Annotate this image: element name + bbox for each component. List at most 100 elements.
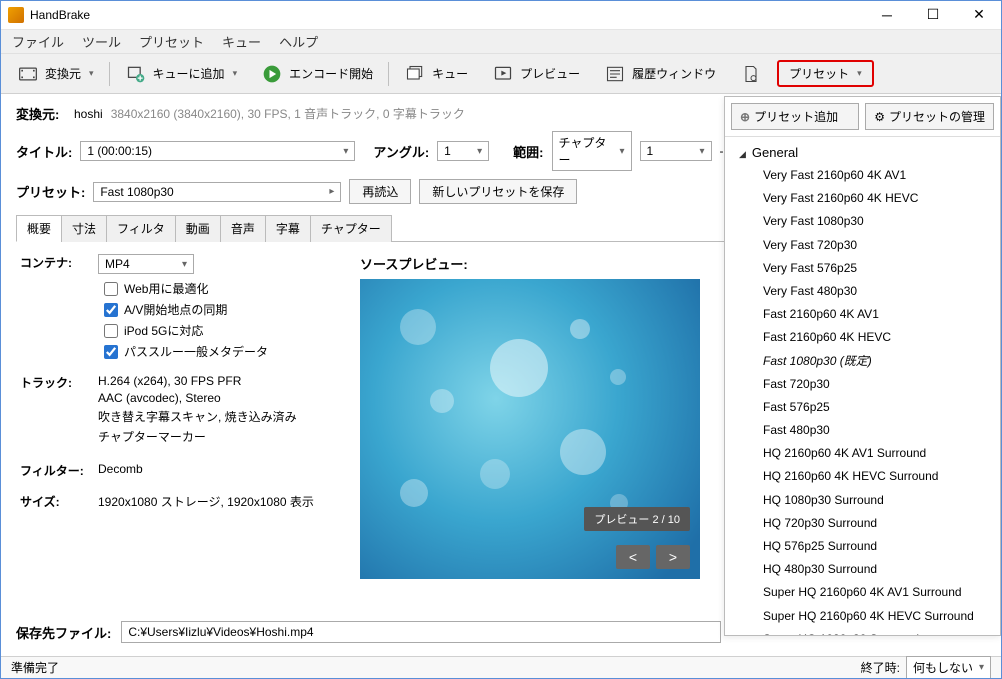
chevron-down-icon: ▾ bbox=[182, 259, 187, 270]
container-select[interactable]: MP4▾ bbox=[98, 254, 194, 274]
angle-label: アングル: bbox=[373, 142, 429, 161]
preset-item[interactable]: Super HQ 1080p30 Surround bbox=[725, 628, 996, 635]
preset-item[interactable]: Fast 1080p30 (既定) bbox=[725, 350, 996, 373]
container-label: コンテナ: bbox=[20, 254, 98, 274]
picture-add-icon bbox=[125, 63, 147, 85]
preset-item[interactable]: Very Fast 2160p60 4K AV1 bbox=[725, 164, 996, 187]
preset-manage-button[interactable]: ⚙ プリセットの管理 bbox=[865, 103, 994, 130]
preset-item[interactable]: Very Fast 1080p30 bbox=[725, 210, 996, 233]
app-title: HandBrake bbox=[30, 8, 864, 22]
track-line-3: 吹き替え字幕スキャン, 焼き込み済み bbox=[98, 408, 340, 425]
preset-item[interactable]: Fast 2160p60 4K AV1 bbox=[725, 303, 996, 326]
ipod-checkbox[interactable] bbox=[104, 324, 118, 338]
preset-category[interactable]: General bbox=[725, 137, 996, 164]
app-icon bbox=[8, 7, 24, 23]
preset-item[interactable]: Super HQ 2160p60 4K AV1 Surround bbox=[725, 581, 996, 604]
status-right-label: 終了時: bbox=[861, 659, 900, 676]
passthru-checkbox[interactable] bbox=[104, 345, 118, 359]
range-from-select[interactable]: 1▾ bbox=[640, 141, 712, 161]
reload-button[interactable]: 再読込 bbox=[349, 179, 411, 204]
web-opt-checkbox[interactable] bbox=[104, 282, 118, 296]
minimize-button[interactable]: ─ bbox=[864, 0, 910, 30]
track-line-1: H.264 (x264), 30 FPS PFR bbox=[98, 374, 340, 388]
track-label: トラック: bbox=[20, 374, 98, 448]
preview-next-button[interactable]: > bbox=[656, 545, 690, 569]
list-icon bbox=[604, 63, 626, 85]
range-type-value: チャプター bbox=[559, 134, 614, 168]
source-button[interactable]: 変換元 ▾ bbox=[8, 58, 103, 90]
tab-filters[interactable]: フィルタ bbox=[106, 215, 176, 242]
preview-button[interactable]: プレビュー bbox=[483, 58, 589, 90]
separator bbox=[109, 62, 110, 86]
chevron-right-icon: ▸ bbox=[329, 186, 334, 197]
menu-tools[interactable]: ツール bbox=[74, 30, 129, 53]
tab-summary[interactable]: 概要 bbox=[16, 215, 62, 242]
track-line-2: AAC (avcodec), Stereo bbox=[98, 391, 340, 405]
when-done-select[interactable]: 何もしない▾ bbox=[906, 656, 991, 679]
preset-select[interactable]: Fast 1080p30▸ bbox=[93, 182, 341, 202]
source-label: 変換元: bbox=[16, 104, 66, 123]
preset-item[interactable]: Very Fast 480p30 bbox=[725, 280, 996, 303]
filter-value: Decomb bbox=[98, 462, 340, 479]
presets-toolbar-button[interactable]: プリセット ▾ bbox=[777, 60, 874, 87]
preset-item[interactable]: Super HQ 2160p60 4K HEVC Surround bbox=[725, 605, 996, 628]
menu-file[interactable]: ファイル bbox=[4, 30, 72, 53]
show-queue-label: キュー bbox=[432, 65, 468, 82]
chevron-down-icon: ▾ bbox=[89, 68, 94, 79]
activity-button[interactable]: 履歴ウィンドウ bbox=[595, 58, 725, 90]
chevron-down-icon: ▾ bbox=[477, 146, 482, 157]
title-select[interactable]: 1 (00:00:15)▾ bbox=[80, 141, 355, 161]
angle-select[interactable]: 1▾ bbox=[437, 141, 489, 161]
gear-icon: ⚙ bbox=[874, 110, 885, 124]
add-queue-label: キューに追加 bbox=[153, 65, 225, 82]
preset-item[interactable]: Very Fast 576p25 bbox=[725, 257, 996, 280]
preset-item[interactable]: Fast 720p30 bbox=[725, 373, 996, 396]
web-opt-label: Web用に最適化 bbox=[124, 280, 208, 297]
add-queue-button[interactable]: キューに追加 ▾ bbox=[116, 58, 247, 90]
preview-prev-button[interactable]: < bbox=[616, 545, 650, 569]
av-sync-checkbox[interactable] bbox=[104, 303, 118, 317]
save-label: 保存先ファイル: bbox=[16, 623, 111, 642]
tab-chapters[interactable]: チャプター bbox=[310, 215, 392, 242]
preset-list[interactable]: General Very Fast 2160p60 4K AV1Very Fas… bbox=[725, 137, 1000, 635]
preset-add-button[interactable]: ⊕ プリセット追加 bbox=[731, 103, 859, 130]
preset-item[interactable]: Very Fast 720p30 bbox=[725, 234, 996, 257]
preset-item[interactable]: HQ 1080p30 Surround bbox=[725, 489, 996, 512]
presets-toolbar-icon-button[interactable] bbox=[731, 58, 771, 90]
maximize-button[interactable]: ☐ bbox=[910, 0, 956, 30]
title-value: 1 (00:00:15) bbox=[87, 144, 152, 158]
save-preset-button[interactable]: 新しいプリセットを保存 bbox=[419, 179, 577, 204]
tab-video[interactable]: 動画 bbox=[175, 215, 221, 242]
preview-label: プレビュー bbox=[520, 65, 580, 82]
tab-subs[interactable]: 字幕 bbox=[265, 215, 311, 242]
save-path-input[interactable] bbox=[121, 621, 721, 643]
source-name: hoshi bbox=[74, 107, 103, 121]
preset-item[interactable]: Fast 480p30 bbox=[725, 419, 996, 442]
menubar: ファイル ツール プリセット キュー ヘルプ bbox=[0, 30, 1002, 54]
presets-toolbar-label: プリセット bbox=[789, 65, 849, 82]
source-preview: プレビュー 2 / 10 < > bbox=[360, 279, 700, 579]
preset-item[interactable]: HQ 576p25 Surround bbox=[725, 535, 996, 558]
tab-audio[interactable]: 音声 bbox=[220, 215, 266, 242]
source-meta: 3840x2160 (3840x2160), 30 FPS, 1 音声トラック,… bbox=[111, 105, 465, 122]
preset-item[interactable]: Very Fast 2160p60 4K HEVC bbox=[725, 187, 996, 210]
preset-item[interactable]: Fast 576p25 bbox=[725, 396, 996, 419]
preset-item[interactable]: Fast 2160p60 4K HEVC bbox=[725, 326, 996, 349]
menu-help[interactable]: ヘルプ bbox=[271, 30, 326, 53]
menu-queue[interactable]: キュー bbox=[214, 30, 269, 53]
preset-item[interactable]: HQ 720p30 Surround bbox=[725, 512, 996, 535]
range-type-select[interactable]: チャプター▾ bbox=[552, 131, 632, 171]
title-label: タイトル: bbox=[16, 142, 72, 161]
show-queue-button[interactable]: キュー bbox=[395, 58, 477, 90]
start-encode-label: エンコード開始 bbox=[289, 65, 373, 82]
preset-item[interactable]: HQ 2160p60 4K AV1 Surround bbox=[725, 442, 996, 465]
chevron-down-icon: ▾ bbox=[857, 68, 862, 79]
preset-item[interactable]: HQ 2160p60 4K HEVC Surround bbox=[725, 465, 996, 488]
statusbar: 準備完了 終了時: 何もしない▾ bbox=[1, 656, 1001, 678]
close-button[interactable]: ✕ bbox=[956, 0, 1002, 30]
start-encode-button[interactable]: エンコード開始 bbox=[252, 58, 382, 90]
monitor-play-icon bbox=[492, 63, 514, 85]
tab-dimension[interactable]: 寸法 bbox=[61, 215, 107, 242]
menu-presets[interactable]: プリセット bbox=[131, 30, 212, 53]
preset-item[interactable]: HQ 480p30 Surround bbox=[725, 558, 996, 581]
